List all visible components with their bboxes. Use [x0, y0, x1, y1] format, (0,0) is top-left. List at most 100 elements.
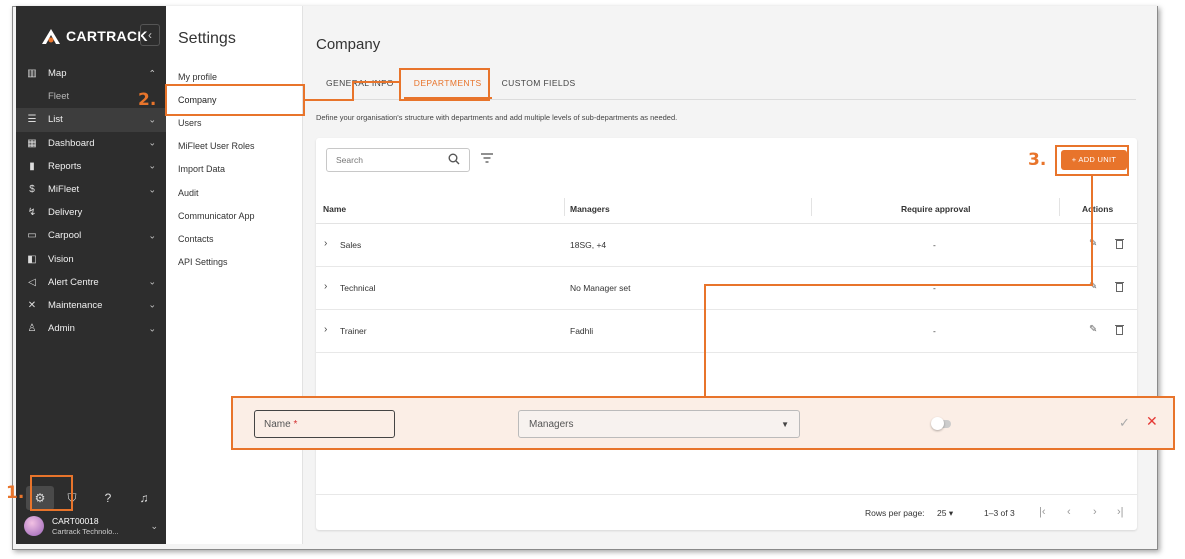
chevron-down-icon: ⌄	[148, 276, 156, 287]
row-name: Technical	[340, 283, 376, 293]
edit-icon[interactable]: ✎	[1089, 324, 1097, 335]
required-mark: *	[293, 419, 298, 430]
next-page-icon[interactable]: ›	[1093, 506, 1097, 518]
search-input[interactable]: Search	[326, 148, 470, 172]
new-unit-edit-row: Name * Managers ▼ ✓ ✕	[231, 396, 1175, 450]
help-icon[interactable]: ?	[90, 484, 126, 512]
vision-icon: ◧	[27, 253, 37, 265]
unit-name-label: Name *	[264, 419, 297, 430]
rows-per-page-select[interactable]: 25 ▾	[937, 508, 953, 519]
column-header-require-approval[interactable]: Require approval	[901, 204, 970, 214]
user-menu[interactable]: CART00018 Cartrack Technolo... ⌄	[24, 511, 164, 541]
toggle-knob	[931, 417, 944, 430]
require-approval-toggle[interactable]	[931, 417, 951, 430]
callout-box-settings	[30, 475, 73, 511]
sidebar-item-label: Dashboard	[48, 137, 95, 149]
user-name: CART00018	[52, 515, 99, 526]
map-icon: ▥	[27, 68, 37, 80]
chevron-down-icon: ⌄	[148, 299, 156, 310]
row-approval: -	[933, 240, 936, 250]
chevron-down-icon: ⌄	[148, 184, 156, 195]
logo-text: CARTRACK	[66, 28, 148, 44]
cartrack-logo-icon	[42, 29, 60, 44]
unit-name-input[interactable]: Name *	[254, 410, 395, 438]
callout-line	[352, 81, 354, 101]
user-org: Cartrack Technolo...	[52, 526, 119, 536]
settings-title: Settings	[178, 30, 236, 47]
callout-number: 1.	[6, 483, 25, 503]
sidebar-item-label: Reports	[48, 160, 82, 172]
settings-item-mifleet-user-roles[interactable]: MiFleet User Roles	[166, 135, 303, 158]
tools-icon: ✕	[27, 299, 37, 311]
settings-item-import-data[interactable]: Import Data	[166, 158, 303, 181]
managers-placeholder: Managers	[529, 419, 574, 430]
search-icon	[448, 153, 460, 165]
sidebar-item-label: Delivery	[48, 207, 83, 219]
callout-number: 3.	[1028, 150, 1047, 170]
sidebar-item-admin[interactable]: ♙ Admin ⌄	[16, 317, 166, 340]
reports-icon: ▮	[29, 160, 35, 172]
settings-item-contacts[interactable]: Contacts	[166, 227, 303, 250]
previous-page-icon[interactable]: ‹	[1067, 506, 1071, 518]
callout-box-departments-tab	[399, 68, 490, 101]
tab-custom-fields[interactable]: CUSTOM FIELDS	[492, 72, 586, 99]
expand-icon[interactable]: ›	[324, 281, 327, 292]
dropdown-arrow-icon: ▾	[948, 508, 954, 518]
sidebar-item-reports[interactable]: ▮ Reports ⌄	[16, 155, 166, 178]
callout-number: 2.	[138, 90, 157, 110]
sidebar-item-map[interactable]: ▥ Map ⌃	[16, 62, 166, 85]
sidebar-item-label: Alert Centre	[48, 276, 99, 288]
bell-icon[interactable]: ♫	[126, 484, 162, 512]
search-placeholder: Search	[336, 155, 363, 165]
page-title: Company	[316, 36, 381, 53]
sidebar-item-dashboard[interactable]: ▦ Dashboard ⌄	[16, 132, 166, 155]
sidebar-item-alert-centre[interactable]: ◁ Alert Centre ⌄	[16, 271, 166, 294]
chevron-down-icon: ⌄	[148, 323, 156, 334]
list-icon: ☰	[27, 114, 37, 126]
confirm-icon[interactable]: ✓	[1119, 415, 1130, 431]
column-divider	[811, 198, 812, 216]
avatar	[24, 516, 44, 536]
sidebar-item-label: MiFleet	[48, 184, 80, 196]
last-page-icon[interactable]: ›|	[1117, 506, 1124, 518]
delete-icon[interactable]	[1115, 324, 1124, 335]
dollar-icon: $	[29, 184, 35, 196]
cancel-icon[interactable]: ✕	[1146, 413, 1158, 430]
sidebar-item-label: Vision	[48, 253, 74, 265]
managers-select[interactable]: Managers ▼	[518, 410, 800, 438]
sidebar-item-delivery[interactable]: ↯ Delivery	[16, 201, 166, 224]
delete-icon[interactable]	[1115, 238, 1124, 249]
sidebar-item-label: List	[48, 114, 63, 126]
sidebar-item-list[interactable]: ☰ List ⌄	[16, 108, 166, 132]
expand-icon[interactable]: ›	[324, 238, 327, 249]
tab-general-info[interactable]: GENERAL INFO	[316, 72, 404, 99]
row-managers: No Manager set	[570, 283, 631, 293]
pagination-range: 1–3 of 3	[984, 508, 1015, 518]
sidebar-item-maintenance[interactable]: ✕ Maintenance ⌄	[16, 294, 166, 317]
sidebar-item-vision[interactable]: ◧ Vision	[16, 248, 166, 271]
sidebar-item-mifleet[interactable]: $ MiFleet ⌄	[16, 178, 166, 201]
row-name: Trainer	[340, 326, 367, 336]
row-managers: Fadhli	[570, 326, 594, 336]
page-description: Define your organisation's structure wit…	[316, 113, 678, 122]
delete-icon[interactable]	[1115, 281, 1124, 292]
table-row: › Sales 18SG, +4 - ✎	[316, 224, 1137, 267]
expand-icon[interactable]: ›	[324, 324, 327, 335]
sidebar-item-carpool[interactable]: ▭ Carpool ⌄	[16, 224, 166, 247]
row-name: Sales	[340, 240, 362, 250]
settings-item-api-settings[interactable]: API Settings	[166, 251, 303, 274]
sidebar: CARTRACK ‹ ▥ Map ⌃ Fleet ☰ List ⌄ ▦ Dash…	[16, 6, 166, 544]
column-header-managers[interactable]: Managers	[570, 204, 610, 214]
settings-item-communicator-app[interactable]: Communicator App	[166, 204, 303, 227]
unit-name-label-text: Name	[264, 419, 291, 430]
filter-icon[interactable]	[480, 152, 494, 164]
sidebar-item-label: Fleet	[48, 91, 70, 103]
column-header-name[interactable]: Name	[323, 204, 346, 214]
callout-line	[304, 99, 354, 101]
callout-box-company	[165, 84, 305, 116]
settings-item-audit[interactable]: Audit	[166, 181, 303, 204]
first-page-icon[interactable]: |‹	[1039, 506, 1046, 518]
collapse-sidebar-button[interactable]: ‹	[140, 24, 160, 46]
cartrack-logo[interactable]: CARTRACK	[40, 26, 148, 46]
chevron-down-icon: ⌄	[148, 137, 156, 148]
